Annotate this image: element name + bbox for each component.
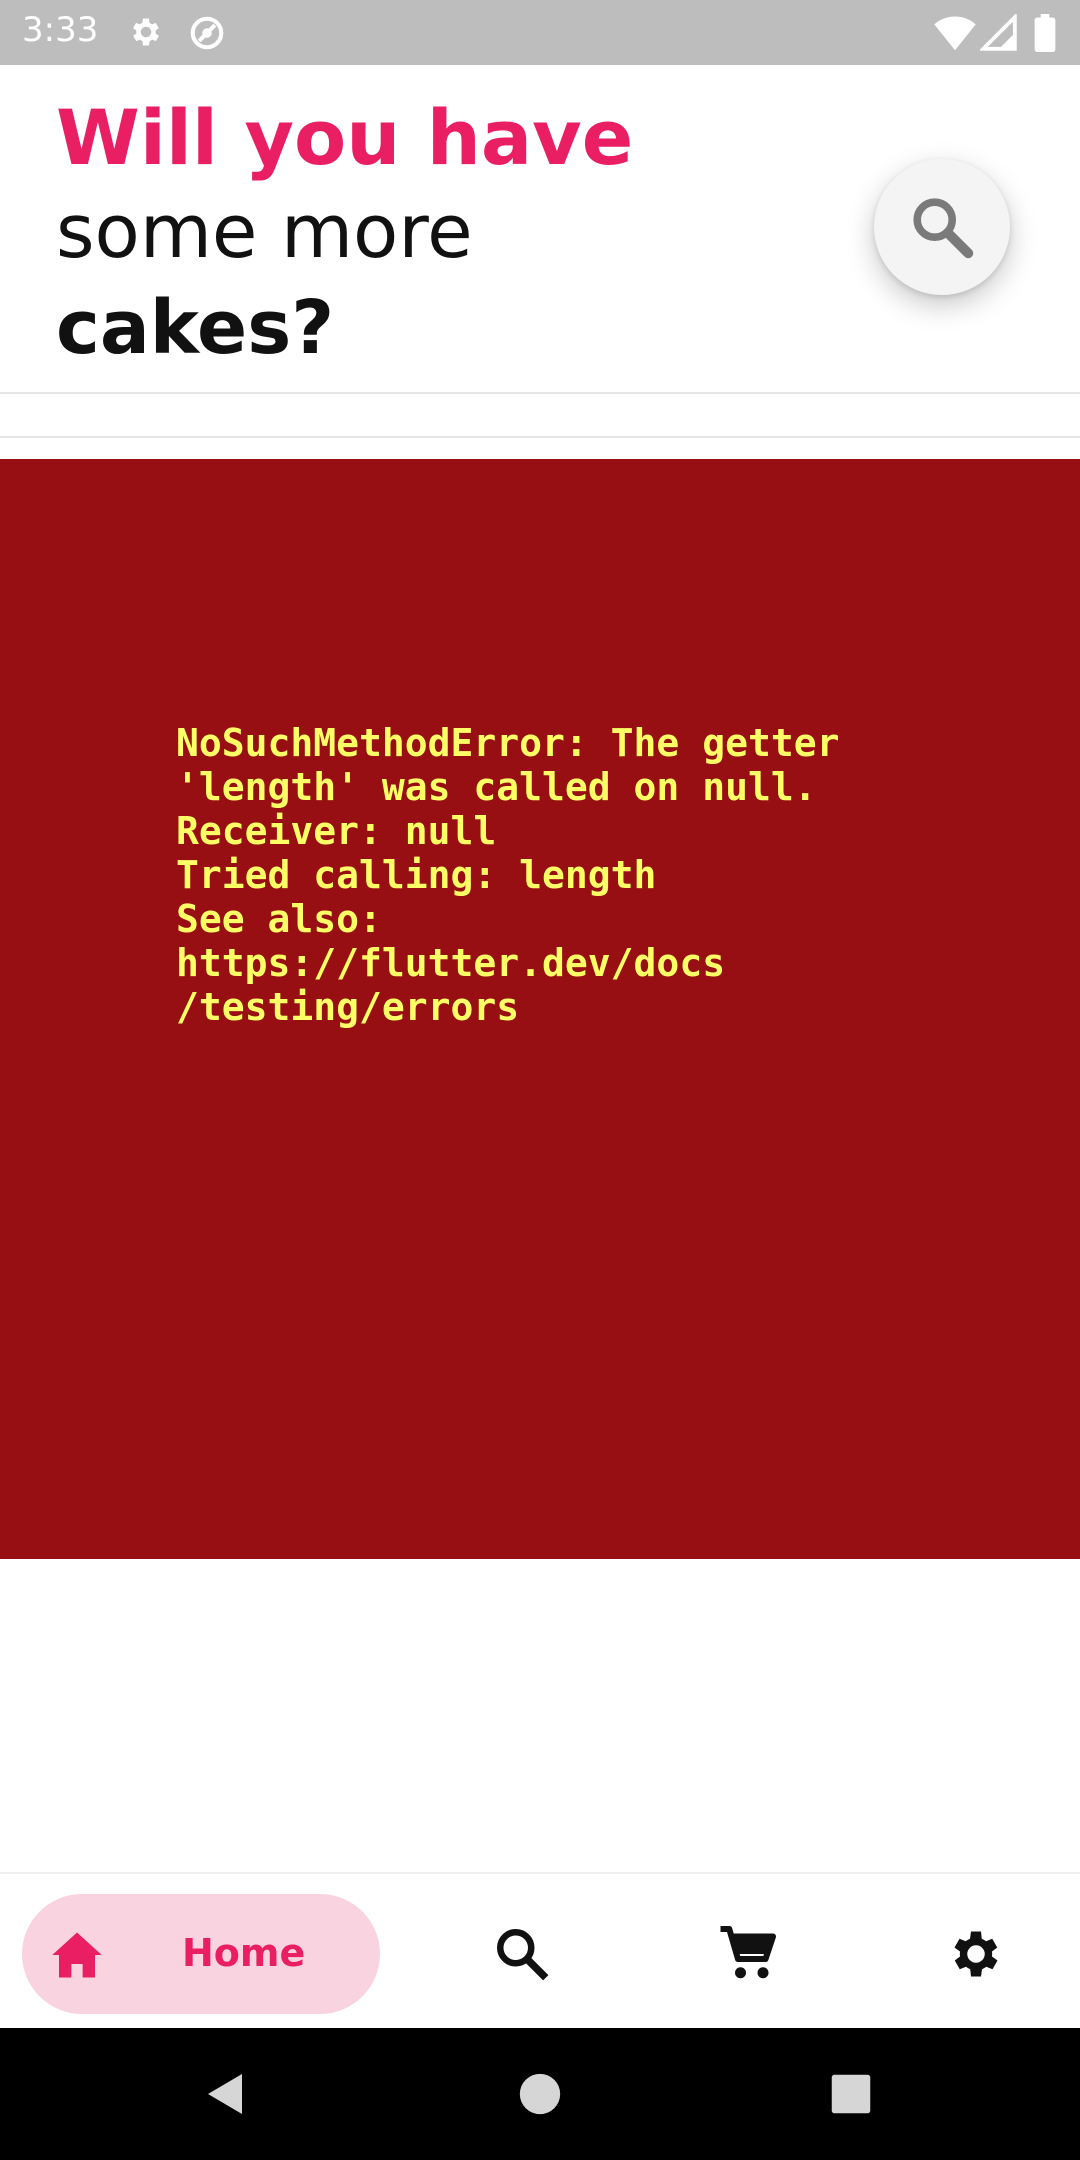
recents-icon[interactable] — [830, 2073, 872, 2115]
gear-icon — [128, 14, 164, 54]
page-title-line-2: some more — [56, 189, 473, 275]
error-message: NoSuchMethodError: The getter 'length' w… — [176, 721, 840, 1029]
nav-item-settings[interactable] — [936, 1914, 1016, 1994]
header: Will you have some more cakes? — [0, 65, 1080, 393]
page-title-line-3: cakes? — [56, 285, 335, 371]
page-title-line-1: Will you have — [56, 93, 634, 182]
bottom-nav: Home — [0, 1872, 1080, 2030]
header-divider — [0, 392, 1080, 394]
nav-item-home-label: Home — [182, 1931, 306, 1975]
nav-item-search[interactable] — [482, 1914, 562, 1994]
search-icon — [497, 1929, 549, 1981]
cart-icon — [720, 1926, 776, 1979]
status-time: 3:33 — [22, 10, 99, 50]
settings-icon — [954, 1931, 998, 1977]
nav-item-home[interactable]: Home — [22, 1894, 380, 2014]
section-divider — [0, 436, 1080, 438]
home-icon — [52, 1932, 102, 1978]
wifi-icon — [934, 14, 976, 56]
search-icon — [913, 198, 974, 259]
sync-icon — [188, 14, 226, 56]
system-nav-bar — [0, 2028, 1080, 2160]
nav-item-cart[interactable] — [708, 1914, 788, 1994]
signal-icon — [978, 12, 1018, 56]
back-icon[interactable] — [202, 2069, 250, 2119]
search-button[interactable] — [874, 159, 1010, 295]
home-circle-icon[interactable] — [518, 2072, 562, 2116]
battery-icon — [1034, 14, 1056, 56]
error-panel: NoSuchMethodError: The getter 'length' w… — [0, 459, 1080, 1559]
status-bar: 3:33 — [0, 0, 1080, 65]
